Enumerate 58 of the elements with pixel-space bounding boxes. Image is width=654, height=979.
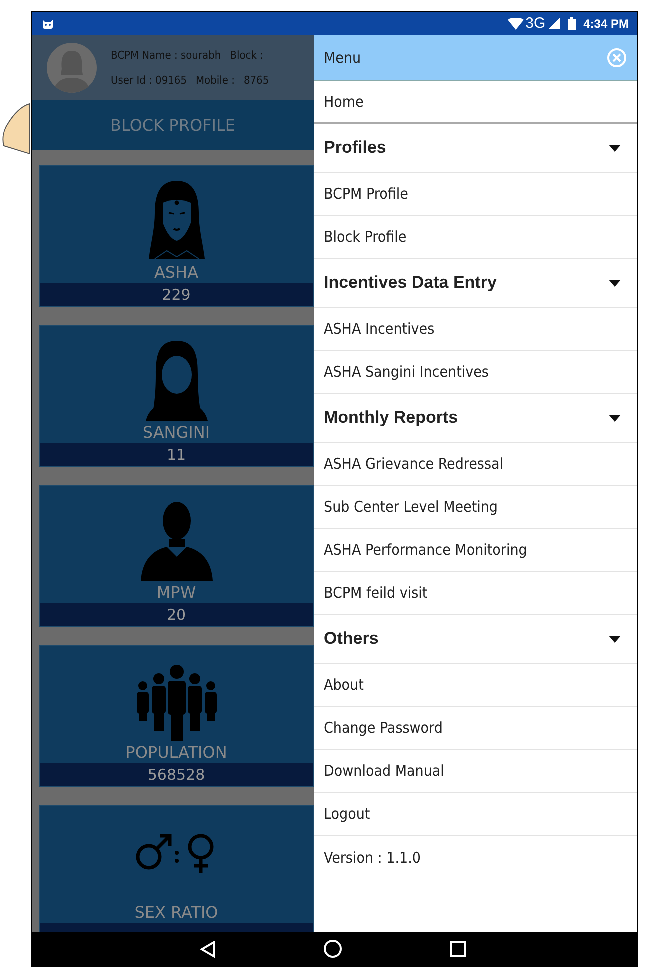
caret-icon[interactable]: [609, 414, 621, 422]
avatar-icon: [47, 42, 97, 92]
stat-tile[interactable]: ASHA 229: [39, 165, 314, 307]
tile-count: 229: [40, 283, 313, 306]
menu-item[interactable]: ASHA Incentives: [314, 308, 637, 351]
menu-item[interactable]: BCPM Profile: [314, 173, 637, 216]
section-label: Others: [324, 629, 379, 649]
stat-tile[interactable]: POPULATION 568528: [39, 645, 314, 787]
stat-tile[interactable]: SANGINI 11: [39, 325, 314, 467]
profile-text: Block :: [230, 48, 264, 62]
wifi-icon: [508, 18, 524, 30]
tile-count: 11: [40, 443, 313, 466]
tile-count: 20: [40, 603, 313, 626]
woman-silhouette-icon: [144, 339, 210, 421]
tile-label: POPULATION: [126, 743, 228, 763]
profile-text: BCPM Name : sourabh: [111, 48, 222, 62]
menu-item[interactable]: Block Profile: [314, 216, 637, 259]
man-in-suit-icon: [138, 499, 214, 581]
section-title: BLOCK PROFILE: [110, 116, 236, 134]
menu-item[interactable]: Change Password: [314, 707, 637, 750]
menu-section[interactable]: Profiles: [314, 124, 637, 173]
menu-item[interactable]: ASHA Sangini Incentives: [314, 351, 637, 394]
menu-section[interactable]: Others: [314, 615, 637, 664]
network-type: 3G: [526, 15, 546, 32]
menu-item[interactable]: ASHA Performance Monitoring: [314, 529, 637, 572]
profile-text: User Id : 09165: [111, 74, 187, 86]
back-icon[interactable]: [200, 940, 216, 958]
tile-count: 568528: [40, 763, 313, 786]
menu-section[interactable]: Incentives Data Entry: [314, 259, 637, 308]
menu-item[interactable]: About: [314, 664, 637, 707]
caret-icon[interactable]: [609, 280, 621, 286]
section-label: Incentives Data Entry: [324, 273, 497, 293]
android-icon: [42, 18, 54, 29]
menu-title: Menu: [324, 48, 362, 66]
profile-text: Mobile :: [196, 74, 235, 86]
profile-text: 8765: [244, 74, 270, 86]
version-text: Version : 1.1.0: [323, 848, 422, 868]
caret-icon[interactable]: [609, 144, 621, 152]
menu-item[interactable]: Download Manual: [314, 750, 637, 793]
stat-tile[interactable]: MPW 20: [39, 485, 314, 627]
tile-label: MPW: [156, 583, 196, 603]
tile-label: SEX RATIO: [134, 903, 218, 923]
menu-item[interactable]: BCPM feild visit: [314, 572, 637, 615]
tile-label: SANGINI: [142, 423, 210, 443]
tile-label: ASHA: [154, 263, 199, 283]
battery-icon: [568, 17, 576, 30]
clock-time: 4:34 PM: [584, 16, 629, 30]
group-of-people-icon: [134, 665, 218, 741]
menu-item[interactable]: ASHA Grievance Redressal: [314, 443, 637, 486]
signal-icon: [548, 18, 560, 29]
menu-item[interactable]: Sub Center Level Meeting: [314, 486, 637, 529]
menu-item[interactable]: Logout: [314, 793, 637, 836]
recents-icon[interactable]: [450, 941, 466, 957]
home-icon[interactable]: [324, 940, 342, 958]
caret-icon[interactable]: [609, 636, 621, 642]
section-label: Monthly Reports: [324, 408, 458, 428]
menu-section[interactable]: Monthly Reports: [314, 394, 637, 443]
section-label: Profiles: [324, 138, 386, 158]
